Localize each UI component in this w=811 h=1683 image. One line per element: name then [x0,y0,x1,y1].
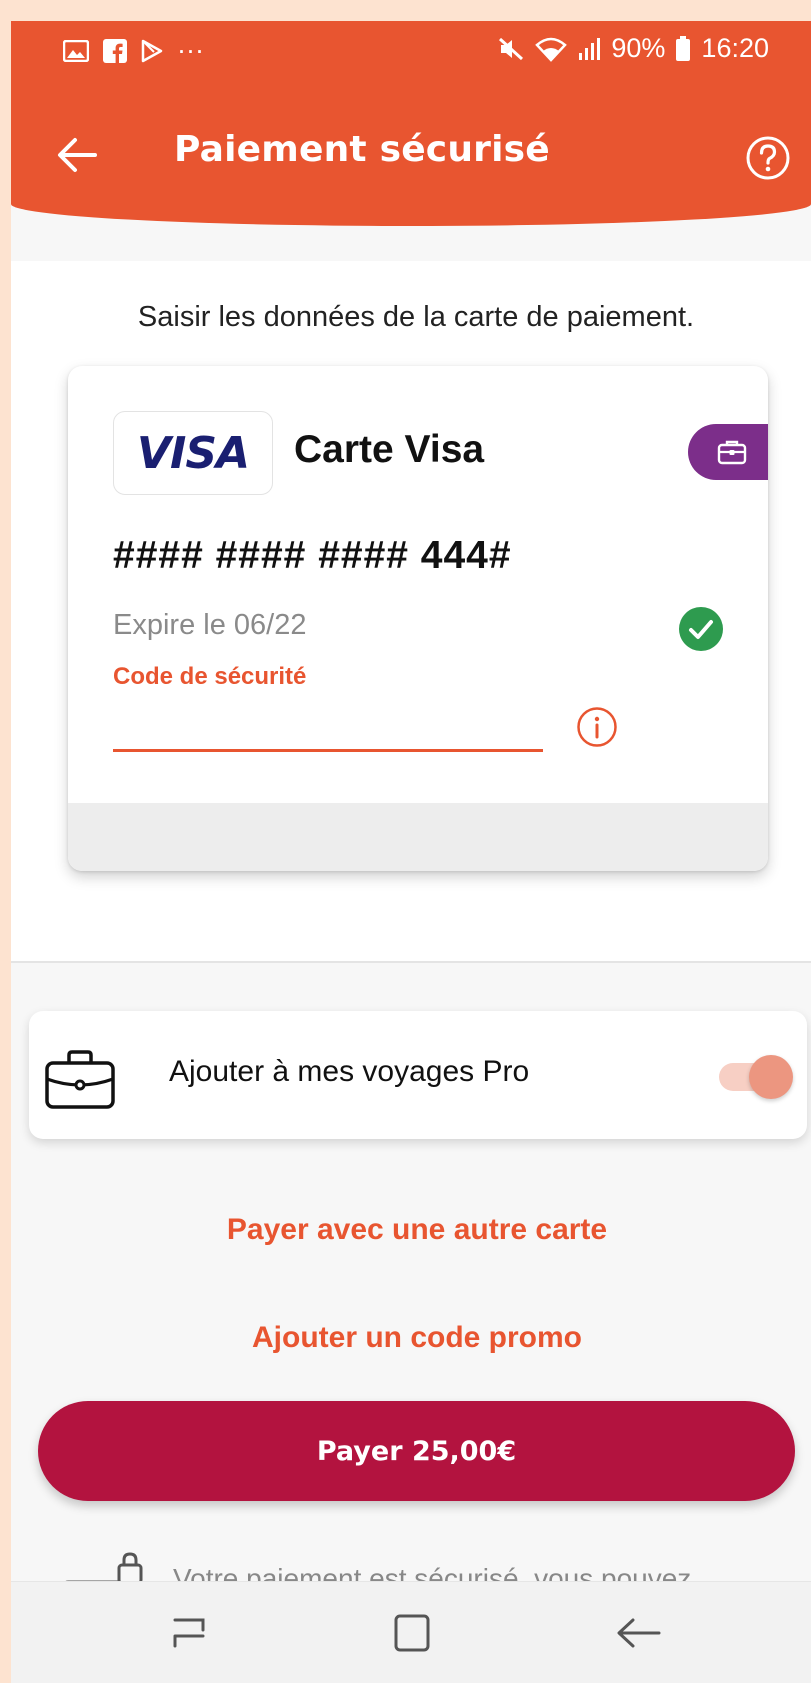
page-title: Paiement sécurisé [174,129,550,170]
card-number: #### #### #### 444# [113,534,512,577]
pay-button[interactable]: Payer 25,00€ [38,1401,795,1501]
card-expiry: Expire le 06/22 [113,609,307,641]
check-circle-icon [679,607,723,651]
battery-icon [675,35,691,62]
app-header: ··· 90% 16:20 Paiement sécurisé [11,21,811,226]
battery-percent: 90% [611,33,666,63]
header-nav: Paiement sécurisé [11,111,811,201]
mute-icon [497,36,525,62]
gallery-icon [63,39,89,62]
payment-card: VISA Carte Visa #### #### #### 444# Expi… [68,366,768,871]
status-time: 16:20 [701,33,769,63]
back-arrow-icon [58,138,97,172]
pro-trip-toggle[interactable] [719,1053,793,1099]
nav-back-icon [617,1618,661,1648]
system-nav-bar [11,1581,811,1683]
briefcase-icon [45,1050,115,1109]
signal-icon [577,37,601,61]
wifi-icon [535,36,568,62]
status-bar-system: 90% 16:20 [497,33,769,64]
briefcase-icon [717,440,747,465]
status-bar-notifications: ··· [63,35,204,66]
system-back-button[interactable] [611,1608,667,1658]
security-code-label: Code de sécurité [113,663,307,690]
play-store-icon [141,39,163,63]
home-icon [394,1614,430,1652]
back-button[interactable] [49,127,105,183]
info-icon[interactable] [576,706,618,748]
security-code-input[interactable] [113,696,543,752]
phone-screen: ··· 90% 16:20 Paiement sécurisé Saisir l… [11,21,811,1683]
help-icon [746,136,790,180]
card-name: Carte Visa [294,428,485,471]
section-divider [11,961,811,963]
visa-logo: VISA [113,411,273,495]
facebook-icon [103,38,127,63]
home-button[interactable] [384,1608,440,1658]
recent-apps-icon [173,1618,205,1648]
toggle-knob [749,1055,793,1099]
pro-badge [688,424,768,480]
status-overflow: ··· [177,35,204,65]
pro-trip-label: Ajouter à mes voyages Pro [169,1055,530,1088]
status-bar: ··· 90% 16:20 [11,21,811,81]
visa-logo-text: VISA [136,427,250,479]
card-footer [68,803,768,871]
card-instruction: Saisir les données de la carte de paieme… [137,301,695,333]
pro-trip-row[interactable]: Ajouter à mes voyages Pro [29,1011,807,1139]
recent-apps-button[interactable] [161,1608,217,1658]
add-promo-code-link[interactable]: Ajouter un code promo [11,1321,811,1355]
pay-other-card-link[interactable]: Payer avec une autre carte [11,1213,811,1247]
help-button[interactable] [745,135,791,181]
